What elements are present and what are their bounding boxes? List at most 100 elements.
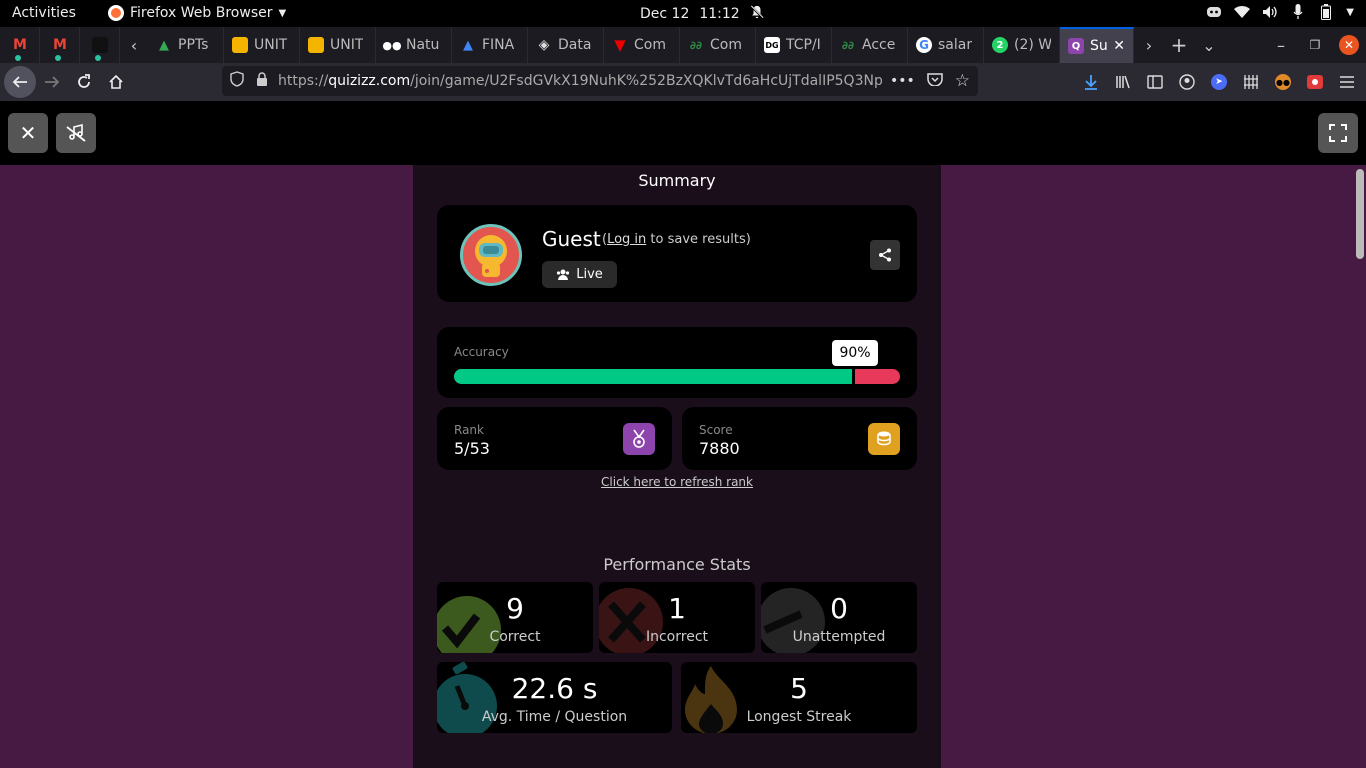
music-off-icon	[66, 123, 86, 142]
sidebar-icon[interactable]	[1144, 71, 1166, 93]
tab-com-1[interactable]: ▼ Com	[604, 27, 680, 63]
score-card: Score 7880	[682, 407, 917, 470]
tab-natu[interactable]: ●● Natu	[376, 27, 452, 63]
whatsapp-icon: 2	[992, 37, 1008, 53]
tab-gmail-1[interactable]: M	[0, 27, 40, 63]
library-icon[interactable]	[1112, 71, 1134, 93]
page-actions-menu-icon[interactable]: •••	[890, 73, 915, 89]
tab-unit-2[interactable]: UNIT	[300, 27, 376, 63]
diamond-icon: ◈	[538, 37, 550, 53]
toolbar-icons: ➤ ●●	[1080, 66, 1358, 98]
battery-icon[interactable]	[1318, 4, 1334, 20]
forward-button[interactable]	[36, 66, 68, 98]
accuracy-bar	[454, 369, 900, 384]
volume-icon[interactable]	[1262, 4, 1278, 20]
unattempted-stat-card: 0 Unattempted	[761, 582, 917, 653]
quiz-header: ✕	[0, 101, 1366, 165]
game-mode-chip: Live	[542, 261, 617, 288]
tab-fina[interactable]: ▲ FINA	[452, 27, 528, 63]
accuracy-card: Accuracy 90%	[437, 327, 917, 398]
minimize-window-button[interactable]: –	[1264, 27, 1298, 63]
system-menu-chevron-icon[interactable]: ▼	[1346, 7, 1354, 18]
new-tab-button[interactable]: +	[1164, 27, 1194, 63]
tab-strip: M M ‹ ▲ PPTs UNIT UNIT ●● Natu ▲ FINA ◈ …	[0, 27, 1366, 63]
tab-ppts[interactable]: ▲ PPTs	[148, 27, 224, 63]
avg-time-stat-card: 22.6 s Avg. Time / Question	[437, 662, 672, 733]
tab-pinned-3[interactable]	[80, 27, 120, 63]
incorrect-stat-card: 1 Incorrect	[599, 582, 755, 653]
login-suffix: to save results)	[650, 232, 751, 247]
tab-unit-1[interactable]: UNIT	[224, 27, 300, 63]
activities-button[interactable]: Activities	[12, 5, 76, 21]
restore-window-button[interactable]: ❐	[1298, 27, 1332, 63]
refresh-rank-link[interactable]: Click here to refresh rank	[413, 475, 941, 489]
grid-extension-icon[interactable]	[1240, 71, 1262, 93]
fullscreen-button[interactable]	[1318, 113, 1358, 153]
list-all-tabs-button[interactable]: ⌄	[1194, 27, 1224, 63]
tab-tcp[interactable]: DG TCP/I	[756, 27, 832, 63]
wifi-icon[interactable]	[1234, 4, 1251, 20]
correct-count: 9	[506, 592, 524, 625]
tab-acce[interactable]: ∂∂ Acce	[832, 27, 908, 63]
correct-label: Correct	[489, 629, 541, 645]
scroll-tabs-left-button[interactable]: ‹	[120, 27, 148, 63]
url-path: /join/game/U2FsdGVkX19NuhK%252BzXQKlvTd6…	[410, 73, 882, 89]
player-card: Guest (Log in to save results) Live	[437, 205, 917, 302]
hamburger-menu-icon[interactable]	[1336, 71, 1358, 93]
url-host: quizizz.com	[328, 73, 411, 89]
score-value: 7880	[699, 439, 740, 458]
navigation-toolbar: https://quizizz.com/join/game/U2FsdGVkX1…	[0, 63, 1366, 101]
player-name: Guest	[542, 227, 601, 251]
bookmark-star-icon[interactable]: ☆	[955, 71, 970, 91]
tab-quizizz-summary[interactable]: Q Su ✕	[1060, 27, 1134, 63]
close-tab-icon[interactable]: ✕	[1113, 38, 1125, 54]
close-icon: ✕	[19, 121, 37, 145]
gmail-icon: M	[53, 37, 67, 53]
google-drive-icon: ▲	[463, 37, 473, 53]
system-tray[interactable]: ▼	[1206, 4, 1354, 20]
toggle-music-button[interactable]	[56, 113, 96, 153]
tab-gmail-2[interactable]: M	[40, 27, 80, 63]
medal-icon	[623, 423, 655, 455]
url-text[interactable]: https://quizizz.com/join/game/U2FsdGVkX1…	[278, 73, 882, 89]
tab-whatsapp[interactable]: 2 (2) W	[984, 27, 1060, 63]
lock-icon[interactable]	[256, 72, 268, 90]
reload-button[interactable]	[68, 66, 100, 98]
tab-indicator-dot	[55, 55, 61, 61]
tab-indicator-dot	[15, 55, 21, 61]
scroll-tabs-right-button[interactable]: ›	[1134, 27, 1164, 63]
login-link[interactable]: Log in	[607, 232, 646, 247]
accuracy-label: Accuracy	[454, 345, 509, 359]
share-button[interactable]	[870, 240, 900, 270]
close-window-button[interactable]: ✕	[1332, 27, 1366, 63]
dark-site-icon	[92, 37, 108, 53]
page-scrollbar[interactable]	[1356, 169, 1364, 259]
summary-title: Summary	[638, 171, 716, 190]
owl-extension-icon[interactable]: ●●	[1272, 71, 1294, 93]
clock[interactable]: Dec 12 11:12	[640, 5, 764, 23]
close-quiz-button[interactable]: ✕	[8, 113, 48, 153]
screenshot-extension-icon[interactable]	[1304, 71, 1326, 93]
app-menu[interactable]: Firefox Web Browser ▼	[108, 5, 286, 21]
cursor-extension-icon[interactable]: ➤	[1208, 71, 1230, 93]
incorrect-label: Incorrect	[645, 629, 709, 645]
tracking-protection-shield-icon[interactable]	[230, 71, 244, 91]
summary-panel: Summary Guest (Log in to save results) L…	[413, 165, 941, 768]
back-button[interactable]	[4, 66, 36, 98]
accuracy-bar-fill	[454, 369, 855, 384]
fullscreen-icon	[1329, 124, 1347, 142]
tab-data[interactable]: ◈ Data	[528, 27, 604, 63]
microphone-icon[interactable]	[1290, 4, 1306, 20]
tab-salar[interactable]: G salar	[908, 27, 984, 63]
discord-icon[interactable]	[1206, 4, 1222, 20]
close-icon: ✕	[1339, 35, 1359, 55]
address-bar[interactable]: https://quizizz.com/join/game/U2FsdGVkX1…	[222, 66, 978, 96]
url-protocol: https://	[278, 73, 329, 89]
account-icon[interactable]	[1176, 71, 1198, 93]
downloads-icon[interactable]	[1080, 71, 1102, 93]
google-icon: G	[916, 37, 932, 53]
tab-com-2[interactable]: ∂∂ Com	[680, 27, 756, 63]
pocket-icon[interactable]	[927, 72, 943, 90]
unattempted-label: Unattempted	[792, 629, 886, 645]
home-button[interactable]	[100, 66, 132, 98]
